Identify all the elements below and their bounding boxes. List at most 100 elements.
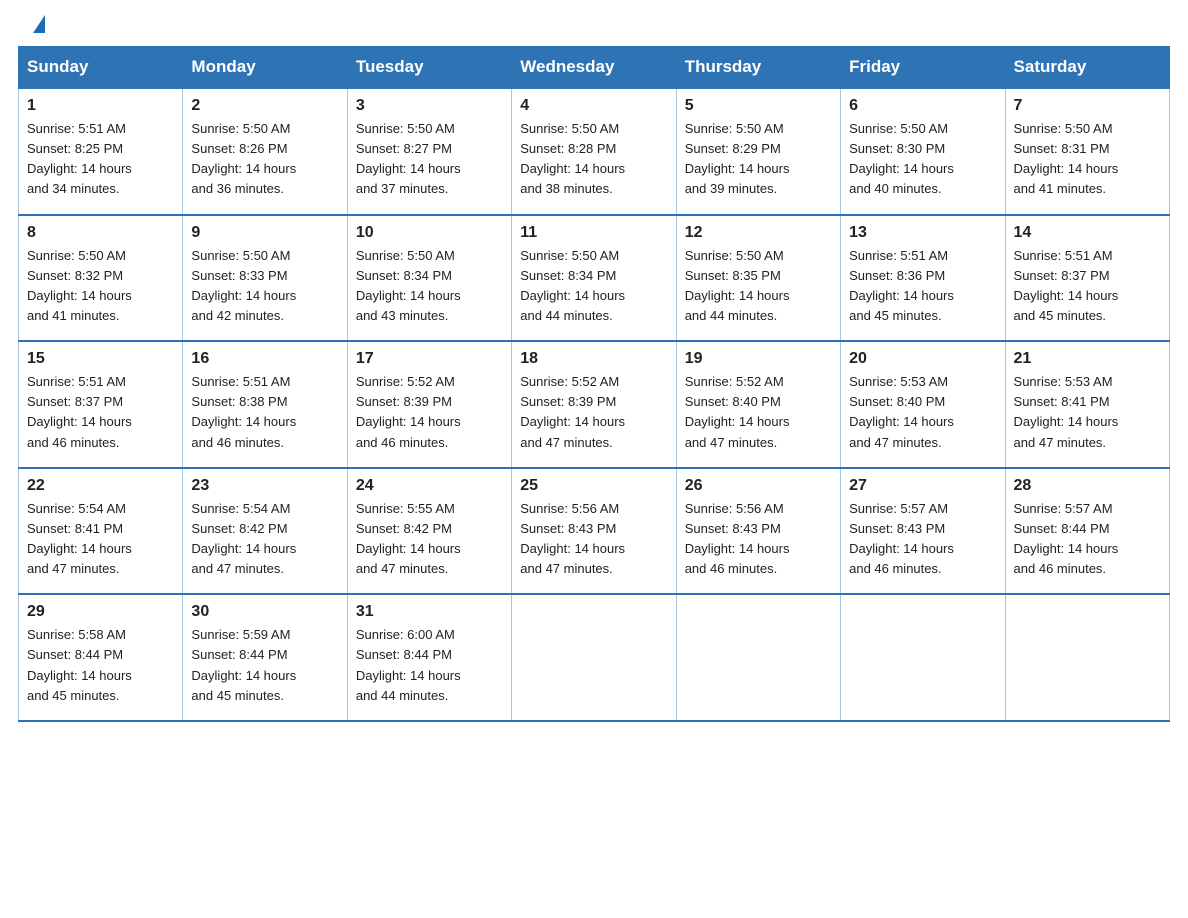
day-cell-30: 30 Sunrise: 5:59 AMSunset: 8:44 PMDaylig… [183, 594, 347, 721]
header-monday: Monday [183, 47, 347, 89]
header-tuesday: Tuesday [347, 47, 511, 89]
day-cell-20: 20 Sunrise: 5:53 AMSunset: 8:40 PMDaylig… [841, 341, 1005, 468]
day-number: 15 [27, 350, 174, 368]
day-number: 13 [849, 224, 996, 242]
day-cell-17: 17 Sunrise: 5:52 AMSunset: 8:39 PMDaylig… [347, 341, 511, 468]
header-saturday: Saturday [1005, 47, 1169, 89]
day-info: Sunrise: 5:51 AMSunset: 8:36 PMDaylight:… [849, 246, 996, 327]
day-cell-29: 29 Sunrise: 5:58 AMSunset: 8:44 PMDaylig… [19, 594, 183, 721]
day-number: 3 [356, 97, 503, 115]
day-number: 24 [356, 477, 503, 495]
day-number: 1 [27, 97, 174, 115]
day-number: 29 [27, 603, 174, 621]
page-header [0, 0, 1188, 46]
empty-cell [841, 594, 1005, 721]
day-number: 12 [685, 224, 832, 242]
day-cell-8: 8 Sunrise: 5:50 AMSunset: 8:32 PMDayligh… [19, 215, 183, 342]
empty-cell [676, 594, 840, 721]
day-number: 8 [27, 224, 174, 242]
day-cell-31: 31 Sunrise: 6:00 AMSunset: 8:44 PMDaylig… [347, 594, 511, 721]
day-number: 23 [191, 477, 338, 495]
day-info: Sunrise: 5:58 AMSunset: 8:44 PMDaylight:… [27, 625, 174, 706]
header-friday: Friday [841, 47, 1005, 89]
day-info: Sunrise: 5:50 AMSunset: 8:32 PMDaylight:… [27, 246, 174, 327]
day-info: Sunrise: 5:50 AMSunset: 8:31 PMDaylight:… [1014, 119, 1161, 200]
day-info: Sunrise: 5:55 AMSunset: 8:42 PMDaylight:… [356, 499, 503, 580]
day-number: 21 [1014, 350, 1161, 368]
logo [30, 18, 45, 36]
day-info: Sunrise: 6:00 AMSunset: 8:44 PMDaylight:… [356, 625, 503, 706]
day-info: Sunrise: 5:52 AMSunset: 8:39 PMDaylight:… [356, 372, 503, 453]
day-number: 17 [356, 350, 503, 368]
empty-cell [512, 594, 676, 721]
day-info: Sunrise: 5:51 AMSunset: 8:37 PMDaylight:… [1014, 246, 1161, 327]
day-cell-19: 19 Sunrise: 5:52 AMSunset: 8:40 PMDaylig… [676, 341, 840, 468]
day-info: Sunrise: 5:50 AMSunset: 8:34 PMDaylight:… [356, 246, 503, 327]
day-info: Sunrise: 5:51 AMSunset: 8:25 PMDaylight:… [27, 119, 174, 200]
day-number: 4 [520, 97, 667, 115]
day-cell-1: 1 Sunrise: 5:51 AMSunset: 8:25 PMDayligh… [19, 88, 183, 215]
day-info: Sunrise: 5:50 AMSunset: 8:29 PMDaylight:… [685, 119, 832, 200]
day-cell-22: 22 Sunrise: 5:54 AMSunset: 8:41 PMDaylig… [19, 468, 183, 595]
day-number: 11 [520, 224, 667, 242]
week-row-2: 8 Sunrise: 5:50 AMSunset: 8:32 PMDayligh… [19, 215, 1170, 342]
day-cell-25: 25 Sunrise: 5:56 AMSunset: 8:43 PMDaylig… [512, 468, 676, 595]
day-cell-24: 24 Sunrise: 5:55 AMSunset: 8:42 PMDaylig… [347, 468, 511, 595]
day-cell-23: 23 Sunrise: 5:54 AMSunset: 8:42 PMDaylig… [183, 468, 347, 595]
header-sunday: Sunday [19, 47, 183, 89]
week-row-1: 1 Sunrise: 5:51 AMSunset: 8:25 PMDayligh… [19, 88, 1170, 215]
day-cell-18: 18 Sunrise: 5:52 AMSunset: 8:39 PMDaylig… [512, 341, 676, 468]
day-number: 6 [849, 97, 996, 115]
day-info: Sunrise: 5:59 AMSunset: 8:44 PMDaylight:… [191, 625, 338, 706]
day-info: Sunrise: 5:50 AMSunset: 8:26 PMDaylight:… [191, 119, 338, 200]
day-info: Sunrise: 5:50 AMSunset: 8:35 PMDaylight:… [685, 246, 832, 327]
calendar: SundayMondayTuesdayWednesdayThursdayFrid… [0, 46, 1188, 740]
day-number: 9 [191, 224, 338, 242]
day-cell-12: 12 Sunrise: 5:50 AMSunset: 8:35 PMDaylig… [676, 215, 840, 342]
day-info: Sunrise: 5:52 AMSunset: 8:40 PMDaylight:… [685, 372, 832, 453]
day-number: 31 [356, 603, 503, 621]
day-info: Sunrise: 5:56 AMSunset: 8:43 PMDaylight:… [520, 499, 667, 580]
day-info: Sunrise: 5:51 AMSunset: 8:37 PMDaylight:… [27, 372, 174, 453]
day-info: Sunrise: 5:50 AMSunset: 8:34 PMDaylight:… [520, 246, 667, 327]
empty-cell [1005, 594, 1169, 721]
day-cell-13: 13 Sunrise: 5:51 AMSunset: 8:36 PMDaylig… [841, 215, 1005, 342]
day-number: 20 [849, 350, 996, 368]
day-cell-2: 2 Sunrise: 5:50 AMSunset: 8:26 PMDayligh… [183, 88, 347, 215]
day-cell-11: 11 Sunrise: 5:50 AMSunset: 8:34 PMDaylig… [512, 215, 676, 342]
day-cell-15: 15 Sunrise: 5:51 AMSunset: 8:37 PMDaylig… [19, 341, 183, 468]
day-info: Sunrise: 5:52 AMSunset: 8:39 PMDaylight:… [520, 372, 667, 453]
day-number: 18 [520, 350, 667, 368]
day-info: Sunrise: 5:54 AMSunset: 8:41 PMDaylight:… [27, 499, 174, 580]
day-number: 28 [1014, 477, 1161, 495]
week-row-5: 29 Sunrise: 5:58 AMSunset: 8:44 PMDaylig… [19, 594, 1170, 721]
day-cell-3: 3 Sunrise: 5:50 AMSunset: 8:27 PMDayligh… [347, 88, 511, 215]
day-number: 27 [849, 477, 996, 495]
day-number: 22 [27, 477, 174, 495]
day-info: Sunrise: 5:51 AMSunset: 8:38 PMDaylight:… [191, 372, 338, 453]
day-info: Sunrise: 5:50 AMSunset: 8:30 PMDaylight:… [849, 119, 996, 200]
header-wednesday: Wednesday [512, 47, 676, 89]
day-cell-27: 27 Sunrise: 5:57 AMSunset: 8:43 PMDaylig… [841, 468, 1005, 595]
day-cell-6: 6 Sunrise: 5:50 AMSunset: 8:30 PMDayligh… [841, 88, 1005, 215]
calendar-table: SundayMondayTuesdayWednesdayThursdayFrid… [18, 46, 1170, 722]
day-cell-26: 26 Sunrise: 5:56 AMSunset: 8:43 PMDaylig… [676, 468, 840, 595]
week-row-4: 22 Sunrise: 5:54 AMSunset: 8:41 PMDaylig… [19, 468, 1170, 595]
day-number: 5 [685, 97, 832, 115]
day-info: Sunrise: 5:54 AMSunset: 8:42 PMDaylight:… [191, 499, 338, 580]
day-number: 19 [685, 350, 832, 368]
day-info: Sunrise: 5:57 AMSunset: 8:43 PMDaylight:… [849, 499, 996, 580]
header-thursday: Thursday [676, 47, 840, 89]
day-cell-10: 10 Sunrise: 5:50 AMSunset: 8:34 PMDaylig… [347, 215, 511, 342]
day-cell-14: 14 Sunrise: 5:51 AMSunset: 8:37 PMDaylig… [1005, 215, 1169, 342]
week-row-3: 15 Sunrise: 5:51 AMSunset: 8:37 PMDaylig… [19, 341, 1170, 468]
day-cell-21: 21 Sunrise: 5:53 AMSunset: 8:41 PMDaylig… [1005, 341, 1169, 468]
day-number: 2 [191, 97, 338, 115]
day-number: 26 [685, 477, 832, 495]
day-cell-9: 9 Sunrise: 5:50 AMSunset: 8:33 PMDayligh… [183, 215, 347, 342]
day-info: Sunrise: 5:50 AMSunset: 8:27 PMDaylight:… [356, 119, 503, 200]
day-number: 16 [191, 350, 338, 368]
day-cell-28: 28 Sunrise: 5:57 AMSunset: 8:44 PMDaylig… [1005, 468, 1169, 595]
day-cell-5: 5 Sunrise: 5:50 AMSunset: 8:29 PMDayligh… [676, 88, 840, 215]
day-cell-4: 4 Sunrise: 5:50 AMSunset: 8:28 PMDayligh… [512, 88, 676, 215]
